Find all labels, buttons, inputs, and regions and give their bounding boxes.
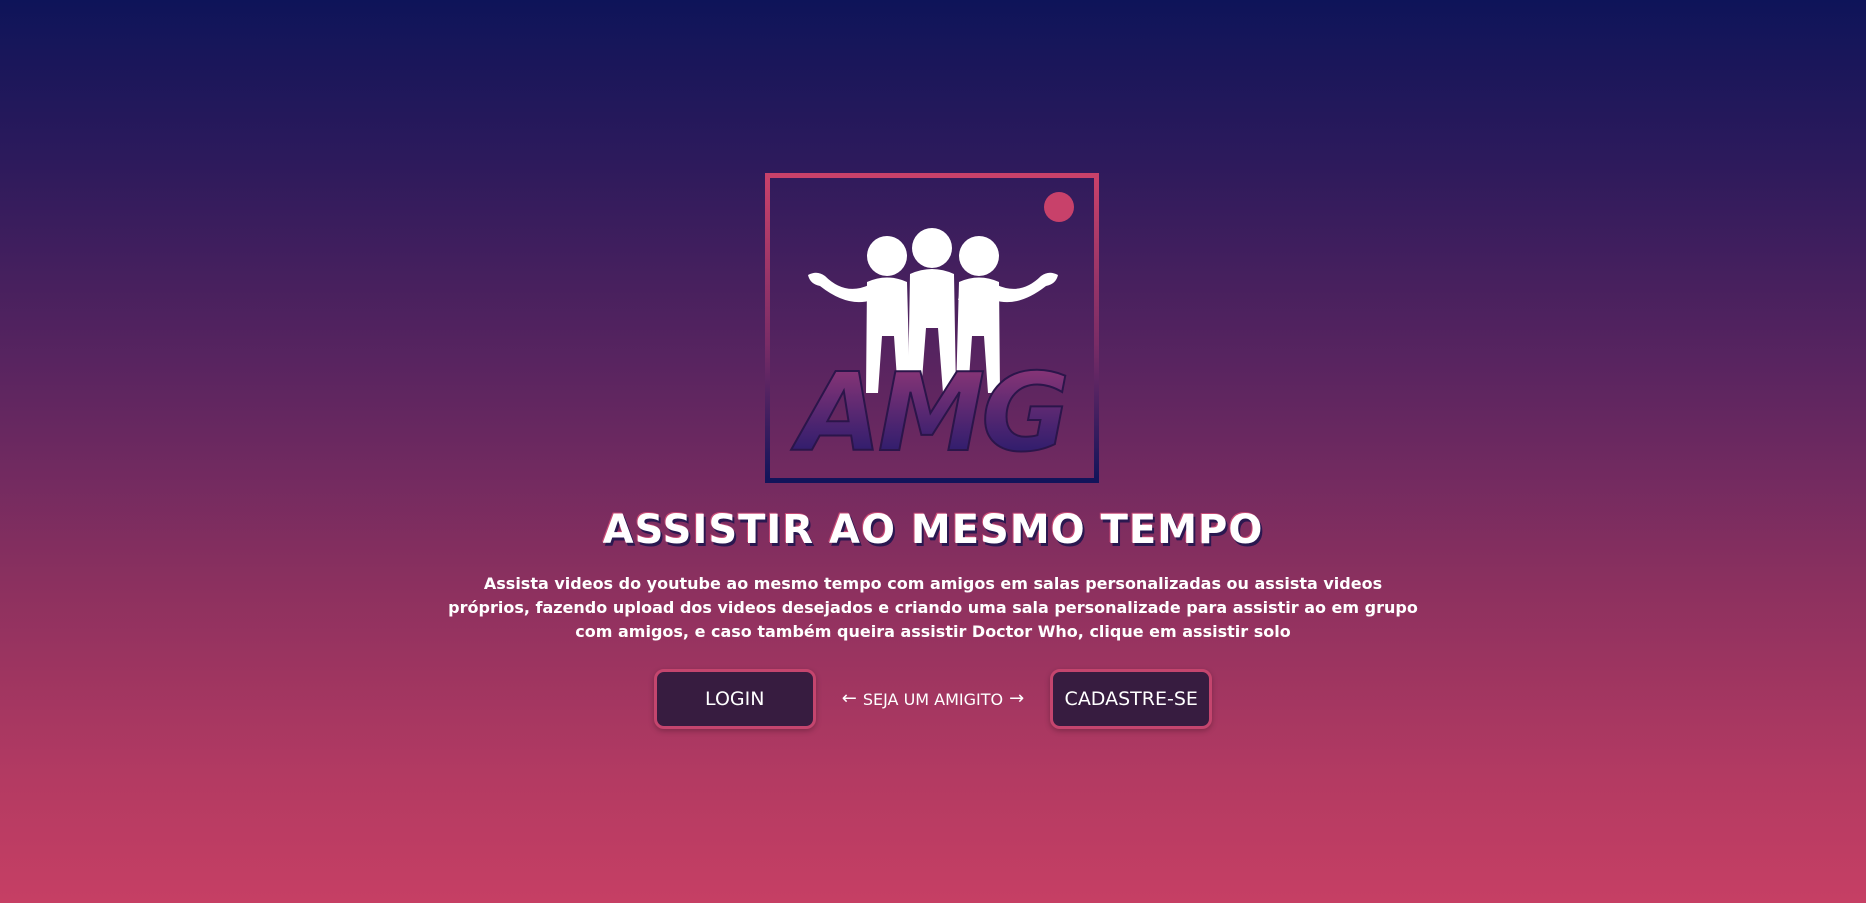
page-title: ASSISTIR AO MESMO TEMPO — [602, 507, 1264, 553]
tagline-text: SEJA UM AMIGITO — [862, 689, 1004, 709]
status-dot — [1044, 192, 1074, 222]
page-description: Assista videos do youtube ao mesmo tempo… — [448, 574, 1418, 641]
app-logo: AMG — [765, 173, 1099, 483]
action-bar: LOGIN ← SEJA UM AMIGITO → CADASTRE-SE — [0, 668, 1866, 730]
arrow-left-icon: ← — [841, 688, 857, 709]
join-tagline: ← SEJA UM AMIGITO → — [842, 690, 1024, 709]
arrow-right-icon: → — [1009, 688, 1025, 709]
people-group-icon: AMG — [789, 192, 1074, 477]
logo-text: AMG — [790, 351, 1066, 476]
login-button[interactable]: LOGIN — [653, 669, 816, 729]
signup-button[interactable]: CADASTRE-SE — [1050, 669, 1213, 729]
